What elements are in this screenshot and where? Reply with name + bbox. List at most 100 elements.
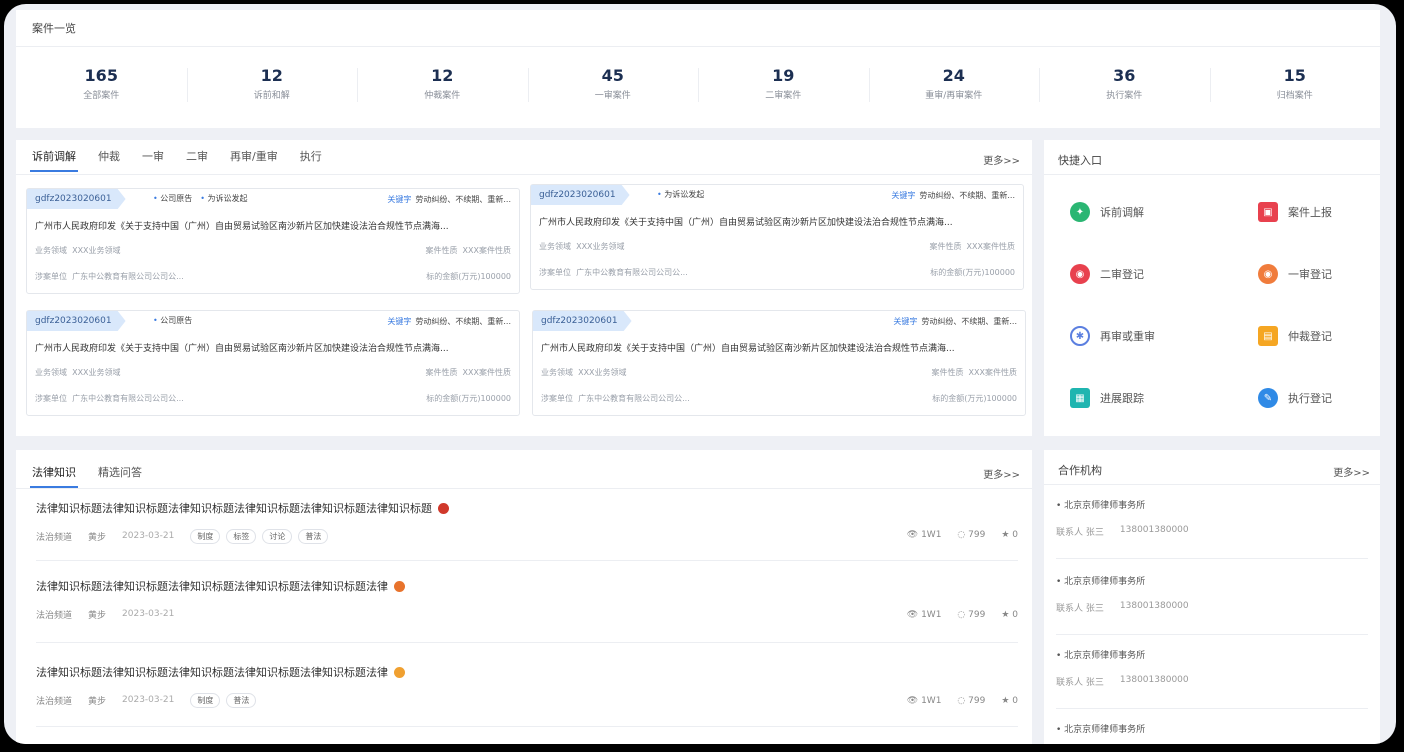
quick-first-trial[interactable]: ◉ 一审登记	[1258, 264, 1332, 284]
quick-pre-mediation[interactable]: ✦ 诉前调解	[1070, 202, 1144, 222]
partner-org[interactable]: 北京京师律师事务所 联系人 张三 138001380000	[1056, 648, 1189, 688]
stat-second-trial[interactable]: 19 二审案件	[698, 66, 869, 106]
tab-execution[interactable]: 执行	[300, 148, 322, 172]
divider	[1044, 174, 1380, 175]
quick-label: 一审登记	[1288, 268, 1332, 281]
second-trial-icon: ◉	[1070, 264, 1090, 284]
partners-title: 合作机构	[1058, 464, 1102, 477]
stat-label: 一审案件	[594, 91, 631, 101]
partners-more-link[interactable]: 更多>>	[1333, 464, 1370, 479]
article-title[interactable]: 法律知识标题法律知识标题法律知识标题法律知识标题法律知识标题法律知识标题	[36, 500, 1018, 516]
stars-stat[interactable]: ★ 0	[1001, 696, 1018, 706]
partner-org[interactable]: 北京京师律师事务所	[1056, 722, 1145, 735]
nature-value: XXX案件性质	[966, 242, 1015, 251]
stat-label: 诉前和解	[253, 91, 290, 101]
tab-pre-mediation[interactable]: 诉前调解	[30, 148, 78, 172]
stat-label: 执行案件	[1106, 91, 1143, 101]
quick-label: 执行登记	[1288, 392, 1332, 405]
field-label: 业务领域	[35, 368, 67, 377]
field-label: 业务领域	[541, 368, 573, 377]
stat-archived[interactable]: 15 归档案件	[1209, 66, 1381, 106]
article-source: 法治频道	[36, 532, 73, 543]
legal-more-link[interactable]: 更多>>	[983, 466, 1020, 481]
amount-label: 标的金额(万元)	[426, 272, 481, 281]
contact-label: 联系人	[1056, 528, 1084, 538]
contact-phone: 138001380000	[1119, 525, 1189, 535]
article-stats: 👁 1W1 ◌ 799 ★ 0	[907, 610, 1018, 620]
tab-legal-knowledge[interactable]: 法律知识	[30, 464, 78, 488]
article-chip[interactable]: 标签	[226, 528, 257, 544]
case-tags: 公司原告	[153, 315, 192, 326]
article-source: 法治频道	[36, 610, 73, 621]
quick-label: 仲裁登记	[1288, 330, 1332, 343]
article-item[interactable]: 法律知识标题法律知识标题法律知识标题法律知识标题法律知识标题法律 法治频道 黄步…	[36, 578, 1018, 622]
case-title[interactable]: 广州市人民政府印发《关于支持中国（广州）自由贸易试验区南沙新片区加快建设法治合规…	[35, 219, 511, 232]
case-title[interactable]: 广州市人民政府印发《关于支持中国（广州）自由贸易试验区南沙新片区加快建设法治合规…	[539, 215, 1015, 228]
quick-progress[interactable]: ▦ 进展跟踪	[1070, 388, 1144, 408]
party-value: 广东中公教育有限公司公司公...	[578, 394, 690, 403]
nature-label: 案件性质	[929, 242, 962, 251]
case-id: gdfz2023020601	[533, 311, 632, 331]
contact-name: 张三	[1085, 604, 1104, 614]
article-meta: 法治频道 黄步 2023-03-21 制度 标签 讨论 普法 👁 1W1 ◌ 7…	[36, 528, 1018, 544]
divider	[1044, 484, 1380, 485]
quick-arbitration[interactable]: ▤ 仲裁登记	[1258, 326, 1332, 346]
article-chip[interactable]: 制度	[190, 692, 221, 708]
tab-featured-qa[interactable]: 精选问答	[98, 464, 142, 488]
partner-org[interactable]: 北京京师律师事务所 联系人 张三 138001380000	[1056, 574, 1189, 614]
stars-stat[interactable]: ★ 0	[1001, 530, 1018, 540]
article-chip[interactable]: 讨论	[262, 528, 293, 544]
article-item[interactable]: 法律知识标题法律知识标题法律知识标题法律知识标题法律知识标题法律知识标题 法治频…	[36, 500, 1018, 544]
eye-icon: 👁	[906, 530, 922, 540]
quick-retrial[interactable]: ✱ 再审或重审	[1070, 326, 1155, 346]
stat-label: 全部案件	[83, 91, 120, 101]
contact-phone: 138001380000	[1119, 601, 1189, 611]
stat-all[interactable]: 165 全部案件	[16, 66, 187, 106]
case-card[interactable]: gdfz2023020601 关键字 劳动纠纷、不续期、重新... 广州市人民政府…	[532, 310, 1026, 416]
article-chip[interactable]: 普法	[298, 528, 329, 544]
case-row: 业务领域 XXX业务领域 案件性质 XXX案件性质	[35, 245, 511, 256]
article-item[interactable]: 法律知识标题法律知识标题法律知识标题法律知识标题法律知识标题法律 法治频道 黄步…	[36, 664, 1018, 708]
stat-arbitration[interactable]: 12 仲裁案件	[357, 66, 528, 106]
quick-case-report[interactable]: ▣ 案件上报	[1258, 202, 1332, 222]
stat-pre-mediation[interactable]: 12 诉前和解	[186, 66, 358, 106]
quick-label: 案件上报	[1288, 206, 1332, 219]
case-title[interactable]: 广州市人民政府印发《关于支持中国（广州）自由贸易试验区南沙新片区加快建设法治合规…	[541, 341, 1017, 354]
cases-more-link[interactable]: 更多>>	[983, 152, 1020, 167]
case-card[interactable]: gdfz2023020601 公司原告 关键字劳动纠纷、不续期、重新... 广州…	[26, 310, 520, 416]
article-chip[interactable]: 普法	[226, 692, 257, 708]
quick-label: 进展跟踪	[1100, 392, 1144, 405]
case-card[interactable]: gdfz2023020601 公司原告 为诉讼发起 关键字劳动纠纷、不续期、重新…	[26, 188, 520, 294]
views-value: 1W1	[921, 696, 942, 706]
tab-first-trial[interactable]: 一审	[142, 148, 164, 172]
case-tag: 公司原告	[153, 315, 192, 326]
quick-label: 再审或重审	[1100, 330, 1155, 343]
case-title[interactable]: 广州市人民政府印发《关于支持中国（广州）自由贸易试验区南沙新片区加快建设法治合规…	[35, 341, 511, 354]
case-row: 业务领域 XXX业务领域 案件性质 XXX案件性质	[541, 367, 1017, 378]
stat-retrial[interactable]: 24 重审/再审案件	[868, 66, 1040, 106]
article-title[interactable]: 法律知识标题法律知识标题法律知识标题法律知识标题法律知识标题法律	[36, 578, 1018, 594]
partner-org[interactable]: 北京京师律师事务所 联系人 张三 138001380000	[1056, 498, 1189, 538]
quick-execution[interactable]: ✎ 执行登记	[1258, 388, 1332, 408]
article-title[interactable]: 法律知识标题法律知识标题法律知识标题法律知识标题法律知识标题法律	[36, 664, 1018, 680]
stat-label: 仲裁案件	[424, 91, 461, 101]
tab-arbitration[interactable]: 仲裁	[98, 148, 120, 172]
stars-stat[interactable]: ★ 0	[1001, 610, 1018, 620]
handshake-icon: ✦	[1070, 202, 1090, 222]
contact-phone: 138001380000	[1119, 675, 1189, 685]
stat-execution[interactable]: 36 执行案件	[1039, 66, 1210, 106]
legal-tabs: 法律知识 精选问答	[30, 464, 142, 488]
article-chip[interactable]: 制度	[190, 528, 221, 544]
field-value: XXX业务领域	[576, 242, 625, 251]
case-card[interactable]: gdfz2023020601 为诉讼发起 关键字劳动纠纷、不续期、重新... 广…	[530, 184, 1024, 290]
tab-second-trial[interactable]: 二审	[186, 148, 208, 172]
amount-value: 100000	[986, 394, 1017, 403]
tab-retrial[interactable]: 再审/重审	[230, 148, 278, 172]
stat-first-trial[interactable]: 45 一审案件	[527, 66, 699, 106]
article-date: 2023-03-21	[122, 695, 175, 705]
quick-second-trial[interactable]: ◉ 二审登记	[1070, 264, 1144, 284]
divider	[36, 726, 1018, 727]
case-tags: 为诉讼发起	[657, 189, 704, 200]
divider	[16, 174, 1032, 175]
article-author: 黄步	[88, 532, 107, 543]
